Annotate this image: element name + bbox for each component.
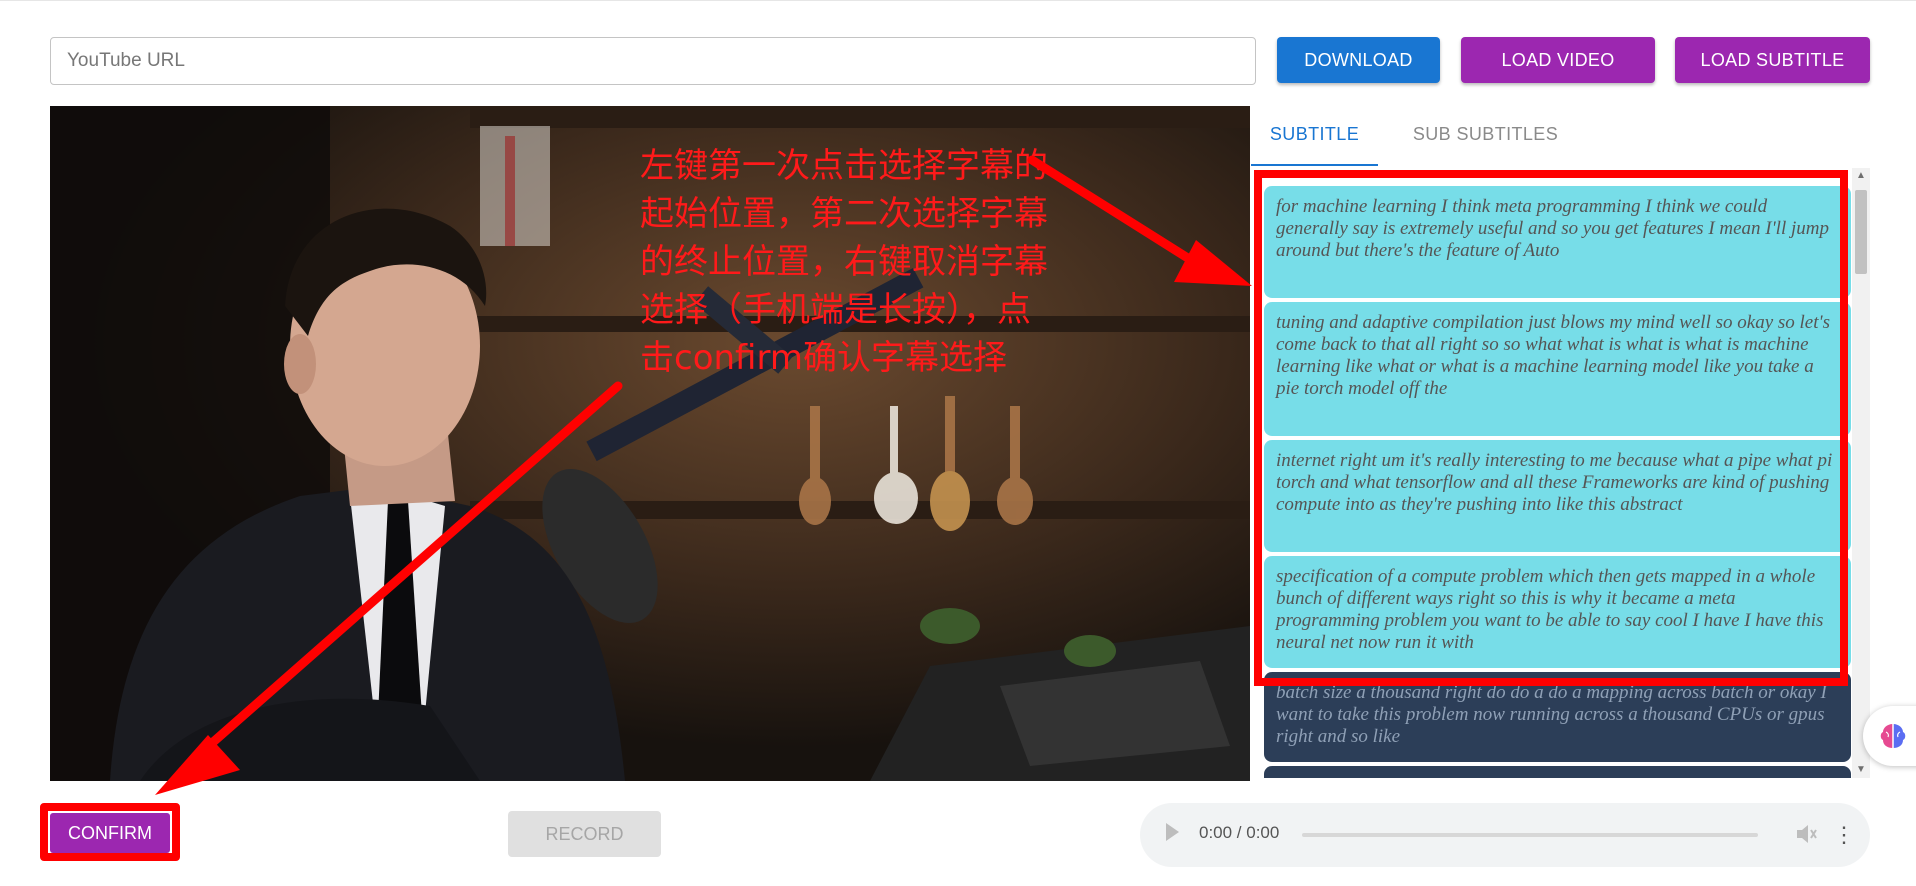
subtitle-item[interactable]: specification of a compute problem which…	[1264, 556, 1851, 668]
download-button[interactable]: DOWNLOAD	[1277, 37, 1440, 83]
record-button: RECORD	[508, 811, 661, 857]
tab-sub-subtitles[interactable]: SUB SUBTITLES	[1398, 106, 1573, 166]
scroll-up-icon[interactable]: ▲	[1852, 168, 1870, 184]
youtube-url-input[interactable]	[50, 37, 1256, 85]
subtitle-item-partial[interactable]	[1264, 766, 1851, 778]
tab-subtitle[interactable]: SUBTITLE	[1251, 106, 1378, 166]
more-options-icon[interactable]: ⋮	[1833, 820, 1855, 850]
scroll-down-icon[interactable]: ▼	[1852, 762, 1870, 778]
scroll-thumb[interactable]	[1855, 190, 1867, 274]
subtitle-list[interactable]: for machine learning I think meta progra…	[1251, 168, 1871, 778]
load-video-button[interactable]: LOAD VIDEO	[1461, 37, 1655, 83]
audio-progress-track[interactable]	[1302, 833, 1758, 837]
audio-player: 0:00 / 0:00 ⋮	[1140, 803, 1870, 867]
subtitle-item[interactable]: tuning and adaptive compilation just blo…	[1264, 302, 1851, 436]
volume-icon[interactable]	[1795, 822, 1817, 846]
subtitle-tabs: SUBTITLE SUB SUBTITLES	[1251, 106, 1871, 166]
side-widget[interactable]	[1863, 706, 1916, 766]
subtitle-item[interactable]: internet right um it's really interestin…	[1264, 440, 1851, 552]
subtitle-item[interactable]: batch size a thousand right do do a do a…	[1264, 672, 1851, 762]
play-icon[interactable]	[1166, 823, 1179, 841]
load-subtitle-button[interactable]: LOAD SUBTITLE	[1675, 37, 1870, 83]
subtitle-scrollbar[interactable]: ▲ ▼	[1852, 168, 1870, 778]
instruction-annotation: 左键第一次点击选择字幕的起始位置，第二次选择字幕的终止位置，右键取消字幕选择（手…	[640, 146, 1048, 378]
confirm-button[interactable]: CONFIRM	[50, 813, 170, 853]
subtitle-item[interactable]: for machine learning I think meta progra…	[1264, 186, 1851, 298]
top-divider	[0, 0, 1916, 1]
audio-time: 0:00 / 0:00	[1199, 823, 1280, 842]
brain-icon	[1880, 724, 1906, 748]
